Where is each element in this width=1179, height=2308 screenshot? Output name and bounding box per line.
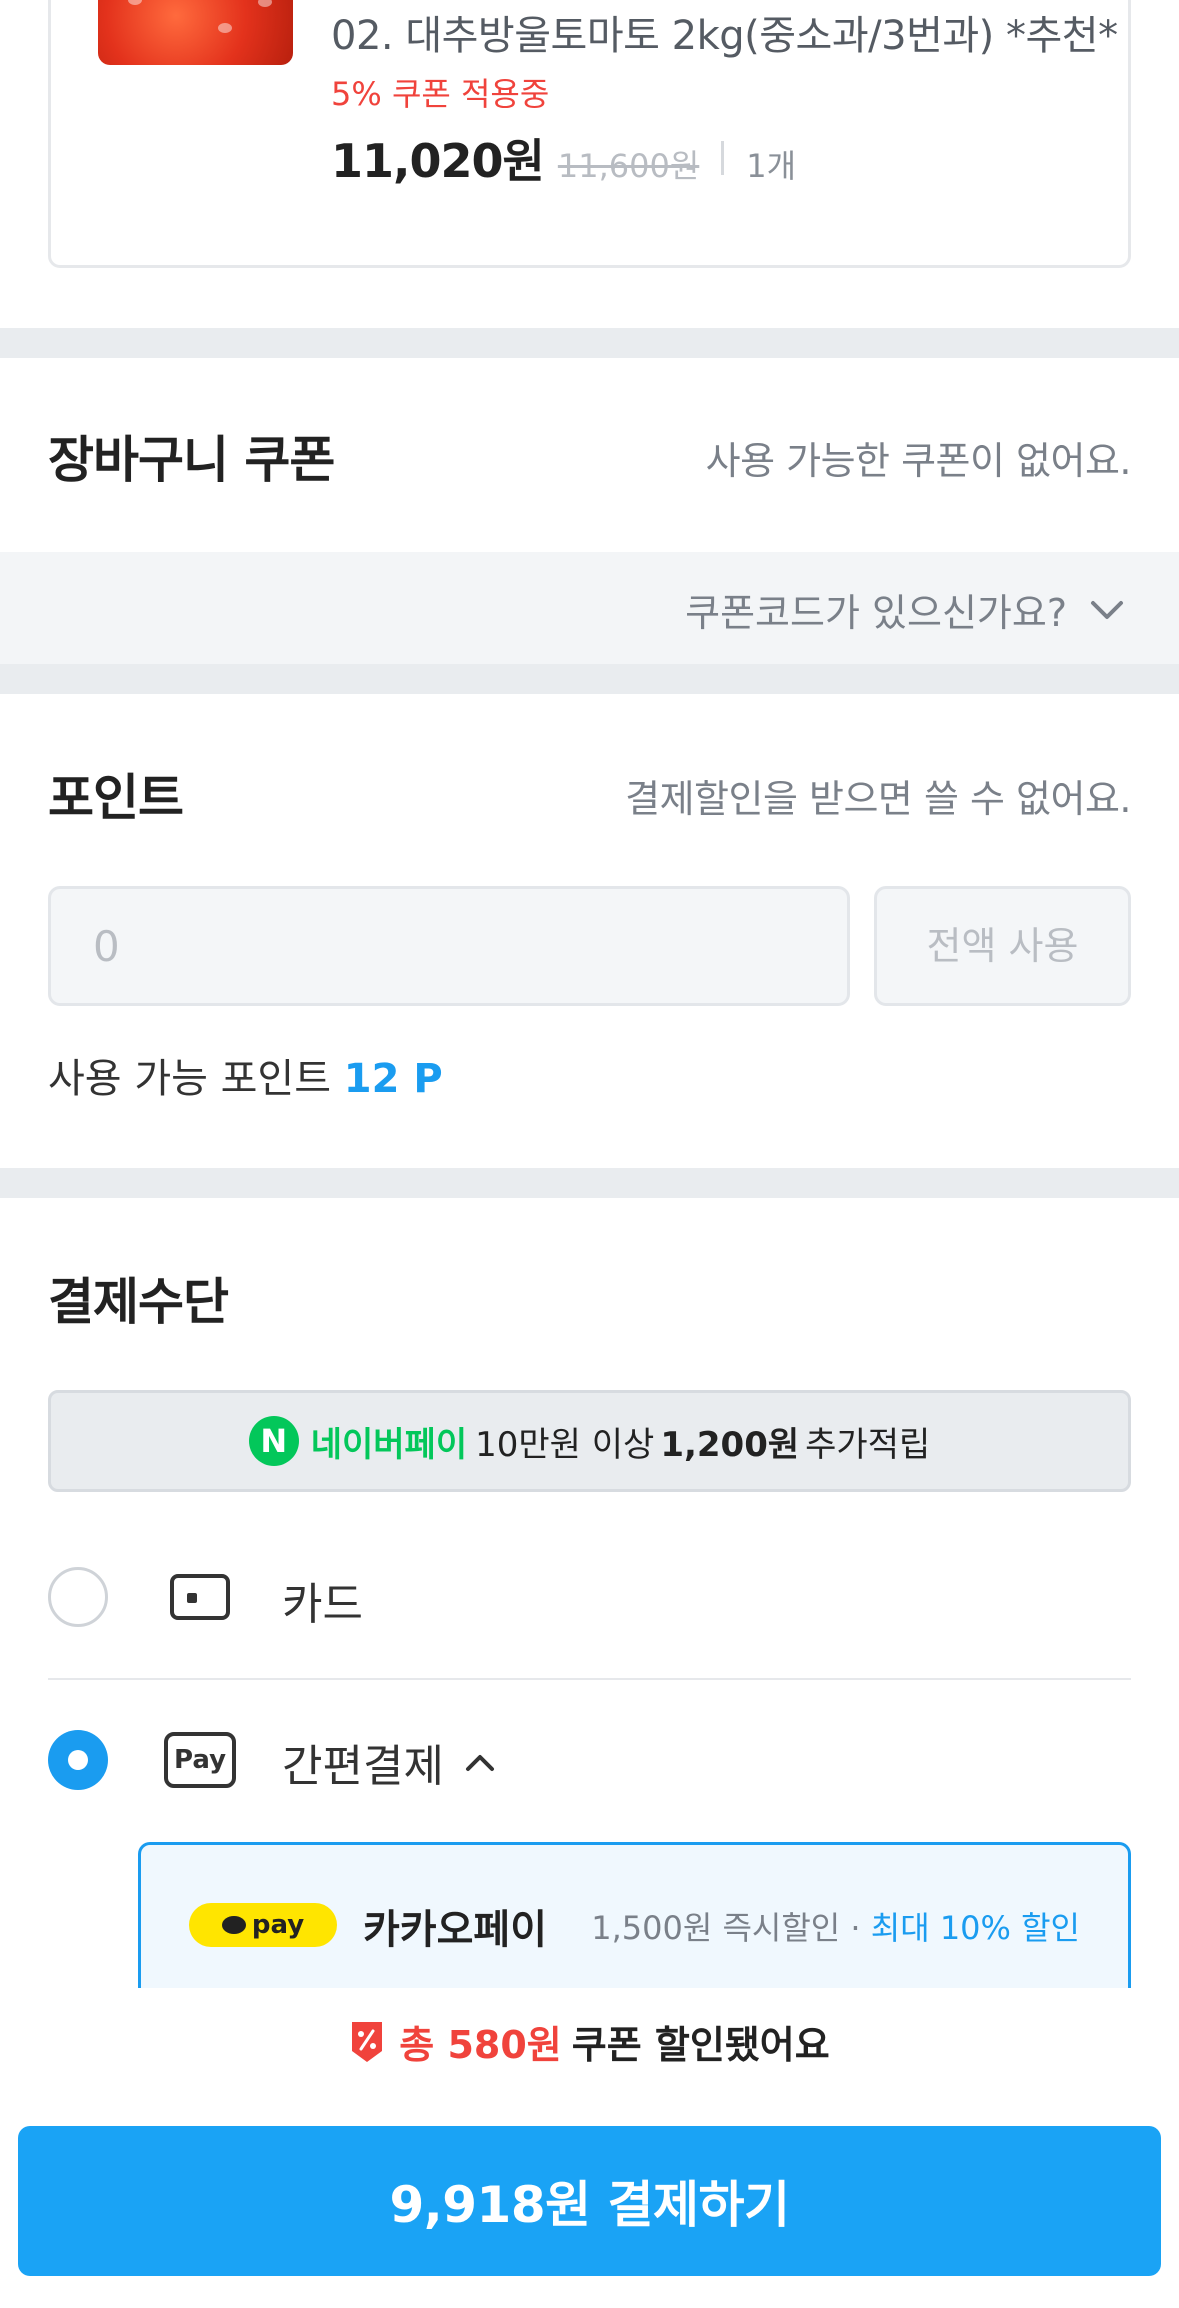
kakao-benefit-highlight: 최대 10% 할인 bbox=[870, 1909, 1080, 1947]
card-icon bbox=[170, 1574, 230, 1620]
coupon-code-prompt: 쿠폰코드가 있으신가요? bbox=[685, 591, 1067, 635]
naver-banner-suffix: 추가적립 bbox=[805, 1424, 931, 1465]
kakao-pay-name: 카카오페이 bbox=[363, 1907, 547, 1953]
total-discount-summary: 총 580원 쿠폰 할인됐어요 bbox=[0, 2014, 1179, 2069]
payment-method-title: 결제수단 bbox=[48, 1273, 229, 1331]
price-separator bbox=[721, 141, 725, 175]
coupon-discount-icon bbox=[352, 2021, 383, 2062]
pay-icon: Pay bbox=[164, 1732, 236, 1788]
chevron-up-icon[interactable] bbox=[460, 1742, 500, 1782]
kakao-pay-badge: pay bbox=[189, 1903, 337, 1947]
section-divider bbox=[0, 664, 1179, 694]
bottom-payment-bar: 총 580원 쿠폰 할인됐어요 9,918원 결제하기 bbox=[0, 1988, 1179, 2308]
section-divider bbox=[0, 328, 1179, 358]
product-original-price: 11,600원 bbox=[557, 147, 700, 185]
product-quantity: 1개 bbox=[746, 147, 797, 185]
payment-method-easy-pay-label[interactable]: 간편결제 bbox=[282, 1730, 444, 1794]
kakao-badge-text: pay bbox=[251, 1910, 305, 1940]
naver-pay-icon: N bbox=[248, 1416, 299, 1466]
cart-coupon-note: 사용 가능한 쿠폰이 없어요. bbox=[705, 439, 1132, 483]
coupon-code-toggle[interactable]: 쿠폰코드가 있으신가요? bbox=[0, 552, 1179, 664]
product-price: 11,020원 bbox=[331, 134, 545, 188]
available-points-label: 사용 가능 포인트 bbox=[48, 1056, 332, 1102]
section-divider bbox=[0, 1168, 1179, 1198]
available-points-value: 12 P bbox=[343, 1056, 443, 1102]
product-card: 02. 대추방울토마토 2kg(중소과/3번과) *추천* 5% 쿠폰 적용중 … bbox=[48, 0, 1131, 268]
kakao-benefit-text: 1,500원 즉시할인 · bbox=[591, 1909, 871, 1947]
points-title: 포인트 bbox=[48, 769, 184, 827]
product-name: 02. 대추방울토마토 2kg(중소과/3번과) *추천* bbox=[331, 13, 1118, 59]
radio-easy-pay[interactable] bbox=[48, 1730, 108, 1790]
radio-card[interactable] bbox=[48, 1567, 108, 1627]
kakao-pay-benefit: 1,500원 즉시할인 · 최대 10% 할인 bbox=[591, 1903, 1080, 1949]
kakao-bubble-icon bbox=[221, 1916, 246, 1934]
coupon-applied-label: 5% 쿠폰 적용중 bbox=[331, 75, 550, 113]
naver-banner-text: 10만원 이상 bbox=[475, 1424, 655, 1465]
naver-pay-name: 네이버페이 bbox=[310, 1424, 468, 1465]
payment-method-card-label[interactable]: 카드 bbox=[282, 1568, 363, 1632]
product-thumbnail bbox=[98, 0, 293, 65]
price-row: 11,020원 11,600원 1개 bbox=[331, 125, 796, 191]
kakao-pay-option[interactable]: pay 카카오페이 1,500원 즉시할인 · 최대 10% 할인 bbox=[138, 1842, 1131, 1992]
pay-button[interactable]: 9,918원 결제하기 bbox=[18, 2126, 1161, 2276]
points-input-wrapper bbox=[48, 886, 850, 1006]
total-discount-text: 쿠폰 할인됐어요 bbox=[571, 2023, 830, 2067]
use-all-points-button[interactable]: 전액 사용 bbox=[874, 886, 1131, 1006]
chevron-down-icon bbox=[1091, 601, 1123, 619]
available-points: 사용 가능 포인트 12 P bbox=[48, 1046, 443, 1104]
total-discount-amount: 총 580원 bbox=[399, 2023, 562, 2067]
naver-banner-amount: 1,200원 bbox=[660, 1424, 800, 1465]
naver-pay-banner[interactable]: N 네이버페이 10만원 이상 1,200원 추가적립 bbox=[48, 1390, 1131, 1492]
points-input[interactable] bbox=[51, 889, 847, 1003]
row-divider bbox=[48, 1678, 1131, 1680]
cart-coupon-title: 장바구니 쿠폰 bbox=[48, 431, 335, 489]
points-note: 결제할인을 받으면 쓸 수 없어요. bbox=[625, 777, 1131, 821]
